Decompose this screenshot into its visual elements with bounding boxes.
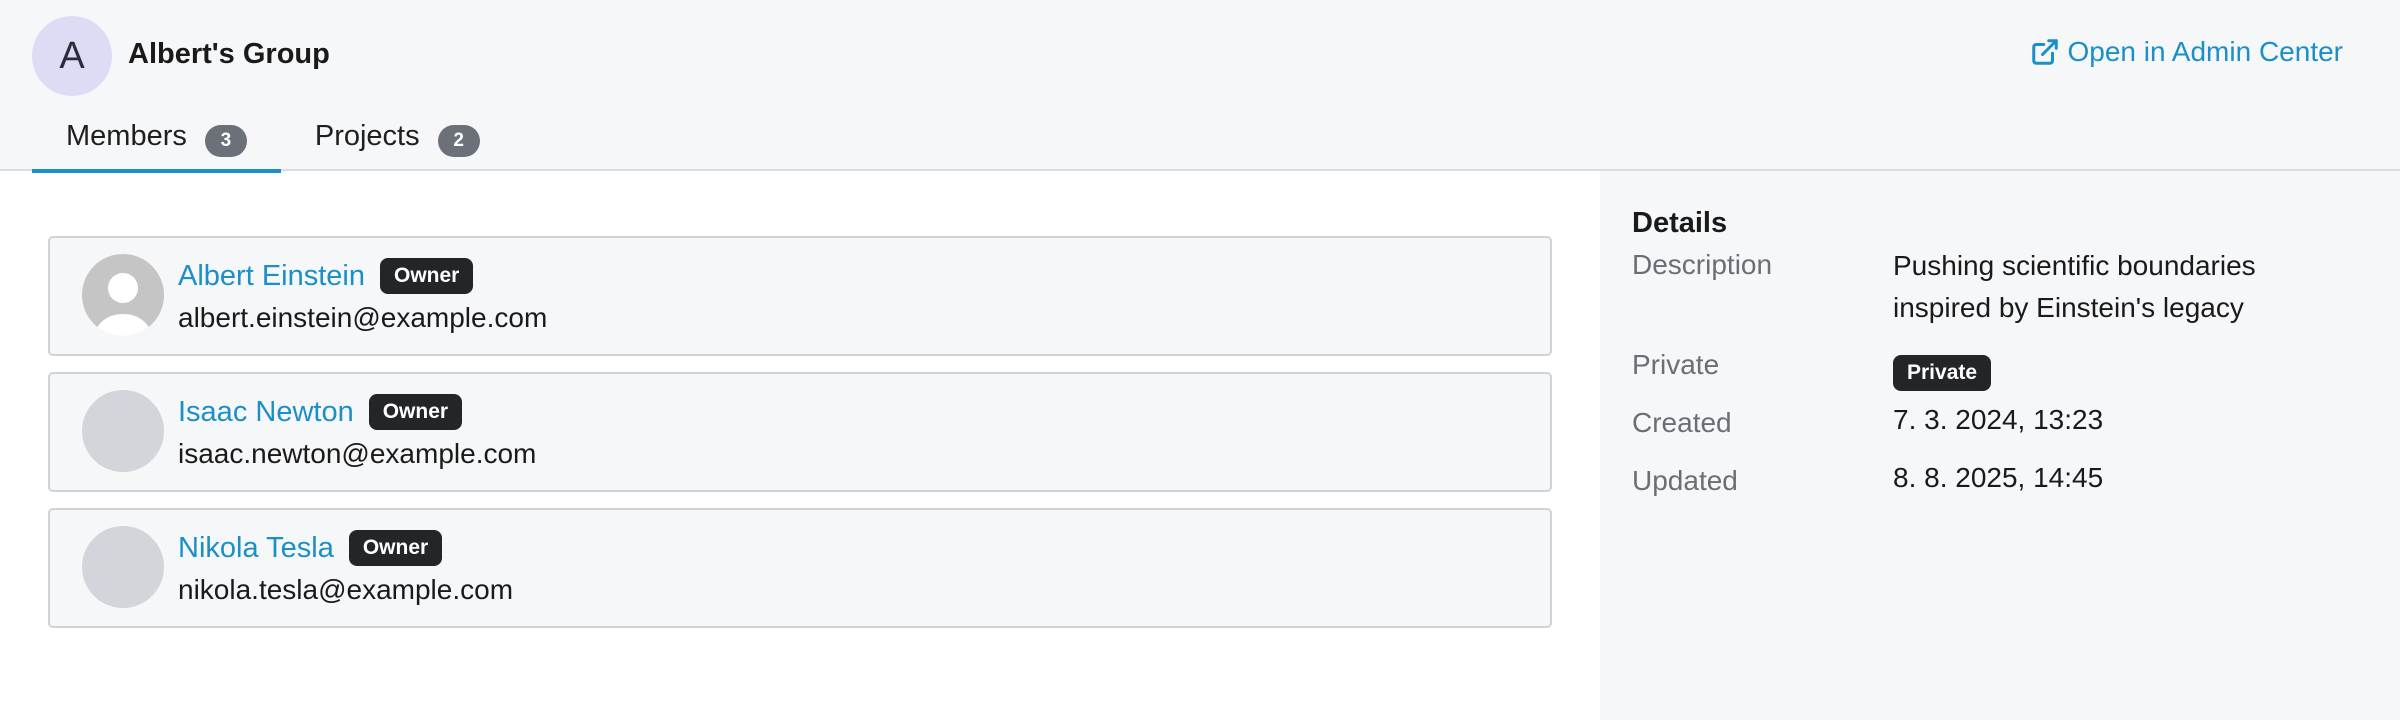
private-badge: Private bbox=[1893, 355, 1992, 391]
description-line: inspired by Einstein's legacy bbox=[1893, 292, 2244, 323]
member-name-row: Albert Einstein Owner bbox=[178, 258, 474, 294]
members-count-badge: 3 bbox=[204, 125, 247, 157]
member-email: isaac.newton@example.com bbox=[178, 438, 537, 469]
tab-bar: Members 3 Projects 2 bbox=[32, 108, 514, 173]
tab-projects[interactable]: Projects 2 bbox=[281, 108, 514, 171]
description-label: Description bbox=[1632, 249, 1773, 280]
member-avatar bbox=[82, 390, 164, 472]
tab-projects-label: Projects bbox=[314, 120, 420, 152]
group-avatar: A bbox=[32, 16, 112, 96]
group-header: A Albert's Group Open in Admin Center Me… bbox=[0, 0, 2400, 173]
member-email: albert.einstein@example.com bbox=[178, 302, 548, 333]
member-name-link[interactable]: Albert Einstein bbox=[178, 260, 365, 293]
member-card: Isaac Newton Owner isaac.newton@example.… bbox=[48, 372, 1552, 492]
role-badge: Owner bbox=[368, 394, 463, 430]
members-list: Albert Einstein Owner albert.einstein@ex… bbox=[48, 236, 1552, 644]
member-avatar bbox=[82, 526, 164, 608]
details-panel: Details Description Pushing scientific b… bbox=[1600, 171, 2400, 720]
updated-label: Updated bbox=[1632, 465, 1738, 496]
member-name-link[interactable]: Isaac Newton bbox=[178, 396, 354, 429]
member-avatar bbox=[82, 254, 164, 336]
description-line: Pushing scientific boundaries bbox=[1893, 250, 2256, 281]
role-badge: Owner bbox=[380, 258, 474, 294]
projects-count-badge: 2 bbox=[437, 125, 480, 157]
member-name-row: Isaac Newton Owner bbox=[178, 394, 463, 430]
member-name-link[interactable]: Nikola Tesla bbox=[178, 532, 334, 565]
default-user-icon bbox=[95, 273, 151, 336]
role-badge: Owner bbox=[348, 530, 443, 566]
tab-members[interactable]: Members 3 bbox=[32, 108, 281, 173]
member-card: Albert Einstein Owner albert.einstein@ex… bbox=[48, 236, 1552, 356]
updated-value: 8. 8. 2025, 14:45 bbox=[1893, 462, 2104, 493]
member-email: nikola.tesla@example.com bbox=[178, 574, 514, 605]
member-name-row: Nikola Tesla Owner bbox=[178, 530, 443, 566]
external-link-icon bbox=[2031, 39, 2058, 65]
private-value: Private bbox=[1893, 349, 1992, 391]
tab-members-label: Members bbox=[66, 120, 187, 152]
details-title: Details bbox=[1632, 207, 1728, 239]
description-value: Pushing scientific boundaries inspired b… bbox=[1893, 245, 2256, 329]
created-value: 7. 3. 2024, 13:23 bbox=[1893, 404, 2104, 435]
admin-link-label: Open in Admin Center bbox=[2067, 36, 2344, 67]
group-title: Albert's Group bbox=[128, 38, 330, 70]
open-in-admin-center-link[interactable]: Open in Admin Center bbox=[2030, 36, 2344, 68]
member-card: Nikola Tesla Owner nikola.tesla@example.… bbox=[48, 508, 1552, 628]
created-label: Created bbox=[1632, 407, 1732, 438]
private-label: Private bbox=[1632, 349, 1720, 380]
